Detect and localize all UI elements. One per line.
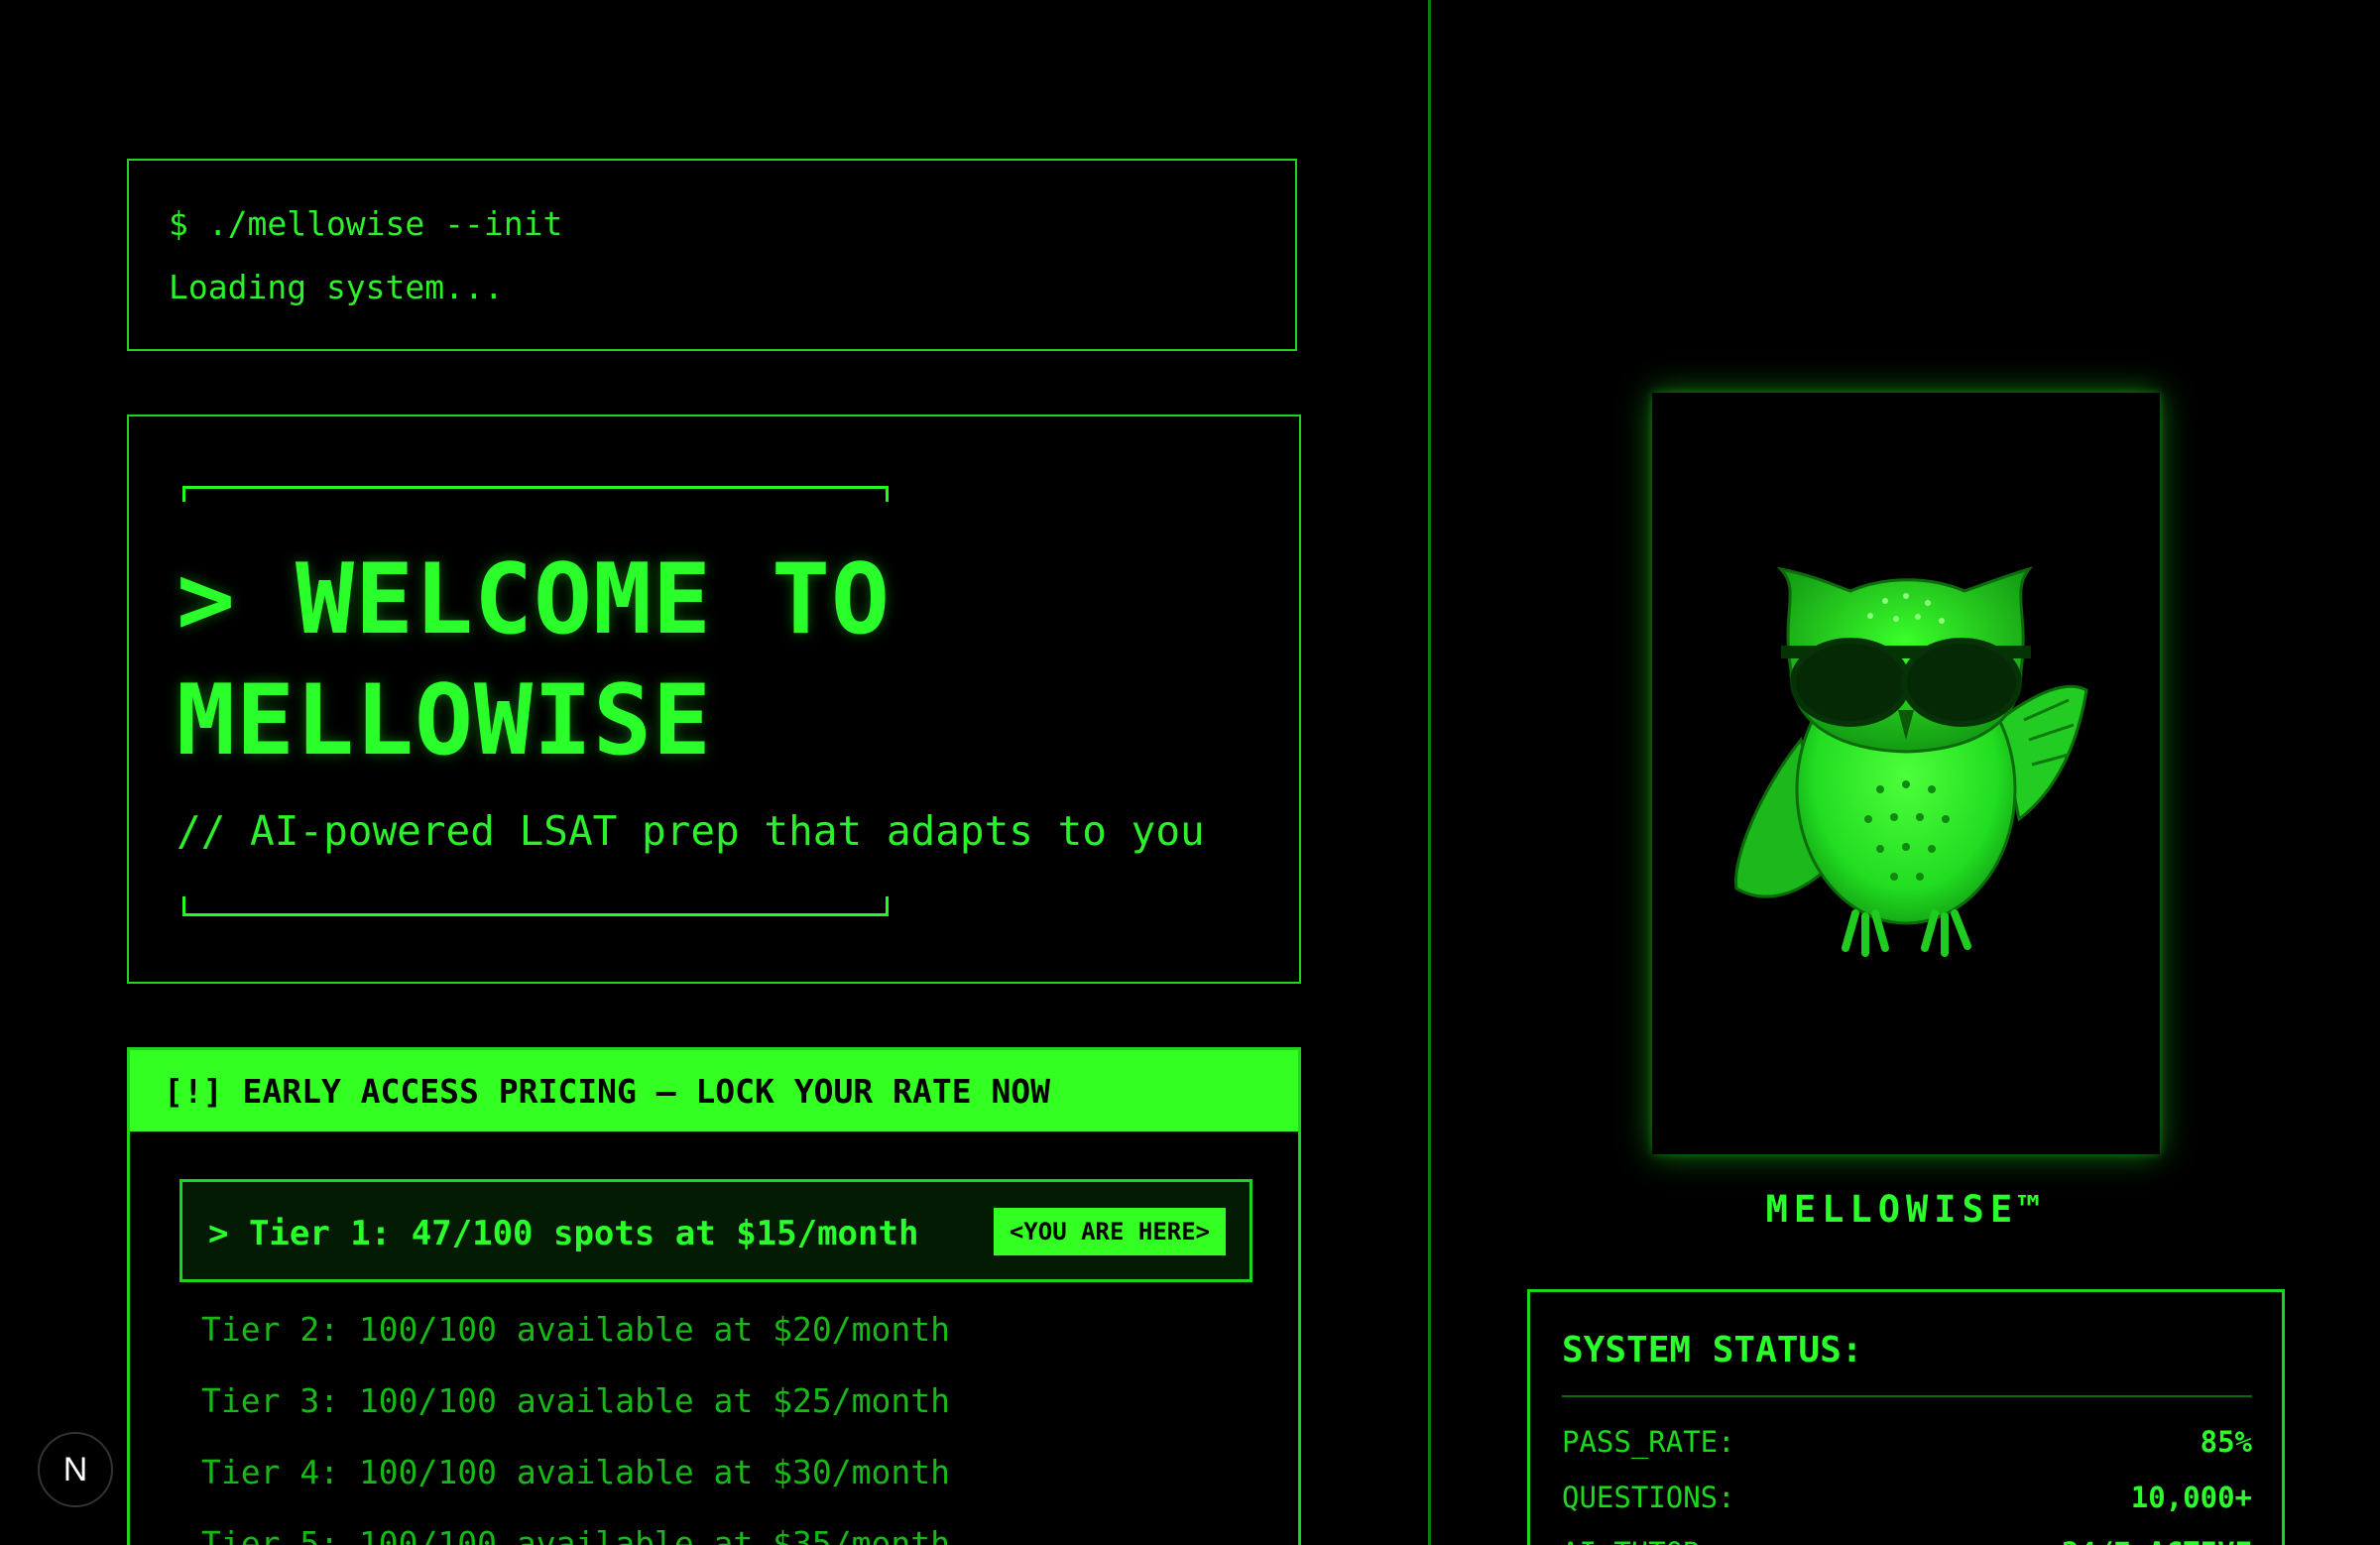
status-value: 10,000+ [2130, 1481, 2252, 1514]
tier-row[interactable]: Tier 3: 100/100 available at $25/month [201, 1381, 950, 1420]
hero-title-line1: > WELCOME TO [177, 543, 892, 656]
status-key: PASS_RATE: [1562, 1425, 1735, 1459]
hero-title-line2: MELLOWISE [177, 664, 713, 777]
mascot-frame [1652, 393, 2160, 1154]
column-divider [1428, 0, 1431, 1545]
bracket-bottom-decoration [182, 896, 889, 916]
you-are-here-badge: <YOU ARE HERE> [994, 1208, 1226, 1255]
system-status-title: SYSTEM STATUS: [1562, 1330, 1863, 1370]
nextjs-icon-label: N [62, 1450, 88, 1488]
hero-title: > WELCOME TO MELLOWISE [177, 539, 1248, 781]
bracket-top-decoration [182, 486, 889, 502]
status-value: 24/7 ACTIVE [2062, 1536, 2252, 1545]
pricing-panel: [!] EARLY ACCESS PRICING — LOCK YOUR RAT… [127, 1047, 1301, 1545]
nextjs-icon[interactable]: N [38, 1432, 113, 1507]
owl-with-sunglasses-icon [1733, 566, 2088, 957]
status-key: AI_TUTOR: [1562, 1536, 1718, 1545]
hero-subtitle: // AI-powered LSAT prep that adapts to y… [177, 807, 1205, 855]
tier-current[interactable]: > Tier 1: 47/100 spots at $15/month <YOU… [179, 1179, 1252, 1282]
tier-current-label: > Tier 1: 47/100 spots at $15/month [208, 1214, 919, 1253]
hero-box: > WELCOME TO MELLOWISE // AI-powered LSA… [127, 415, 1301, 984]
tier-row[interactable]: Tier 4: 100/100 available at $30/month [201, 1453, 950, 1491]
brand-name: MELLOWISE™ [1765, 1188, 2047, 1231]
terminal-status: Loading system... [169, 268, 504, 306]
status-value: 85% [2200, 1425, 2252, 1459]
pricing-header: [!] EARLY ACCESS PRICING — LOCK YOUR RAT… [130, 1050, 1298, 1131]
landing-page: $ ./mellowise --init Loading system... >… [0, 0, 2380, 1545]
terminal-command: $ ./mellowise --init [169, 204, 563, 243]
tier-row[interactable]: Tier 2: 100/100 available at $20/month [201, 1310, 950, 1349]
system-status-divider [1562, 1395, 2252, 1397]
status-key: QUESTIONS: [1562, 1481, 1735, 1514]
pricing-header-text: [!] EARLY ACCESS PRICING — LOCK YOUR RAT… [164, 1072, 1051, 1111]
tier-row[interactable]: Tier 5: 100/100 available at $35/month [201, 1524, 950, 1545]
system-status-panel: SYSTEM STATUS: PASS_RATE: 85% QUESTIONS:… [1527, 1289, 2285, 1545]
terminal-box: $ ./mellowise --init Loading system... [127, 159, 1297, 351]
